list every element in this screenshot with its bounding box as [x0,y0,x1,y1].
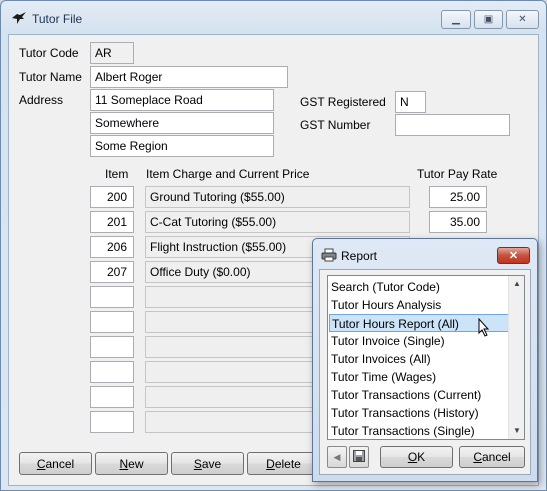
charge-column-header: Item Charge and Current Price [146,167,310,181]
window-title: Tutor File [32,12,83,26]
report-cancel-button[interactable]: Cancel [459,446,525,468]
save-hotkey: S [193,456,202,471]
item-code-field[interactable] [90,386,134,408]
item-code-field[interactable]: 200 [90,186,134,208]
pay-rate-field[interactable]: 35.00 [429,211,487,233]
previous-button[interactable]: ◀ [327,446,347,468]
tutor-name-label: Tutor Name [19,70,82,84]
title-bar[interactable]: Tutor File ▁ ▣ ✕ [1,1,546,35]
close-icon: ✕ [518,14,527,25]
report-cancel-label: ancel [481,450,511,464]
report-list-item[interactable]: Tutor Transactions (Single) [329,422,509,439]
item-code-field[interactable] [90,336,134,358]
report-list-item[interactable]: Tutor Transactions (History) [329,404,509,422]
printer-icon [321,248,337,262]
save-report-button[interactable] [349,446,369,468]
item-code-field[interactable]: 207 [90,261,134,283]
item-code-field[interactable] [90,361,134,383]
item-code-field[interactable]: 201 [90,211,134,233]
report-list-item[interactable]: Tutor Transactions (Current) [329,386,509,404]
address-line-1[interactable]: 11 Someplace Road [90,89,274,111]
tutor-code-field[interactable]: AR [90,42,134,64]
close-button[interactable]: ✕ [506,10,539,29]
report-list-item[interactable]: Tutor Hours Analysis [329,296,509,314]
item-code-field[interactable]: 206 [90,236,134,258]
floppy-disk-icon [353,449,365,465]
item-column-header: Item [105,167,129,181]
delete-hotkey: D [266,456,275,471]
maximize-icon: ▣ [483,14,494,25]
address-line-2[interactable]: Somewhere [90,112,274,134]
new-hotkey: N [119,456,129,471]
mouse-cursor-icon [478,318,490,337]
new-button[interactable]: New [95,452,168,475]
address-label: Address [19,93,64,107]
cancel-label: ancel [45,456,75,471]
report-list[interactable]: Search (Tutor Code) Tutor Hours Analysis… [327,275,525,440]
report-close-button[interactable]: ✕ [497,247,530,264]
gst-number-field[interactable] [395,114,510,136]
scroll-down-icon[interactable]: ▼ [513,426,521,435]
ok-label: K [417,450,426,464]
tutor-name-field[interactable]: Albert Roger [90,66,288,88]
minimize-icon: ▁ [452,14,460,25]
report-list-item[interactable]: Tutor Invoices (All) [329,350,509,368]
bird-icon [11,11,27,25]
minimize-button[interactable]: ▁ [441,10,471,29]
save-button[interactable]: Save [171,452,244,475]
pay-rate-field[interactable]: 25.00 [429,186,487,208]
item-code-field[interactable] [90,411,134,433]
cancel-hotkey: C [36,456,46,471]
item-code-field[interactable] [90,311,134,333]
tutor-code-label: Tutor Code [19,46,79,60]
ok-button[interactable]: OK [380,446,453,468]
delete-label: elete [274,456,301,471]
report-dialog-title: Report [341,249,378,263]
item-description-field: C-Cat Tutoring ($55.00) [145,211,410,233]
ok-hotkey: O [407,450,418,464]
arrow-left-icon: ◀ [333,451,341,462]
report-list-item[interactable]: Search (Tutor Code) [329,278,509,296]
address-line-3[interactable]: Some Region [90,135,274,157]
save-label: ave [201,456,222,471]
scroll-up-icon[interactable]: ▲ [513,279,521,288]
report-cancel-hotkey: C [473,450,482,464]
gst-registered-field[interactable]: N [395,91,426,113]
report-list-item[interactable]: Tutor Time (Wages) [329,368,509,386]
gst-number-label: GST Number [300,118,371,132]
item-description-field: Ground Tutoring ($55.00) [145,186,410,208]
new-label: ew [128,456,144,471]
report-dialog-body: Search (Tutor Code) Tutor Hours Analysis… [319,269,531,475]
gst-registered-label: GST Registered [300,95,386,109]
item-code-field[interactable] [90,286,134,308]
cancel-button[interactable]: Cancel [19,452,92,475]
pay-rate-column-header: Tutor Pay Rate [417,167,498,181]
close-icon: ✕ [508,250,519,262]
report-dialog: Report ✕ Search (Tutor Code) Tutor Hours… [312,238,538,482]
maximize-button[interactable]: ▣ [474,10,503,29]
delete-button[interactable]: Delete [247,452,320,475]
report-list-scrollbar[interactable]: ▲ ▼ [508,276,524,439]
